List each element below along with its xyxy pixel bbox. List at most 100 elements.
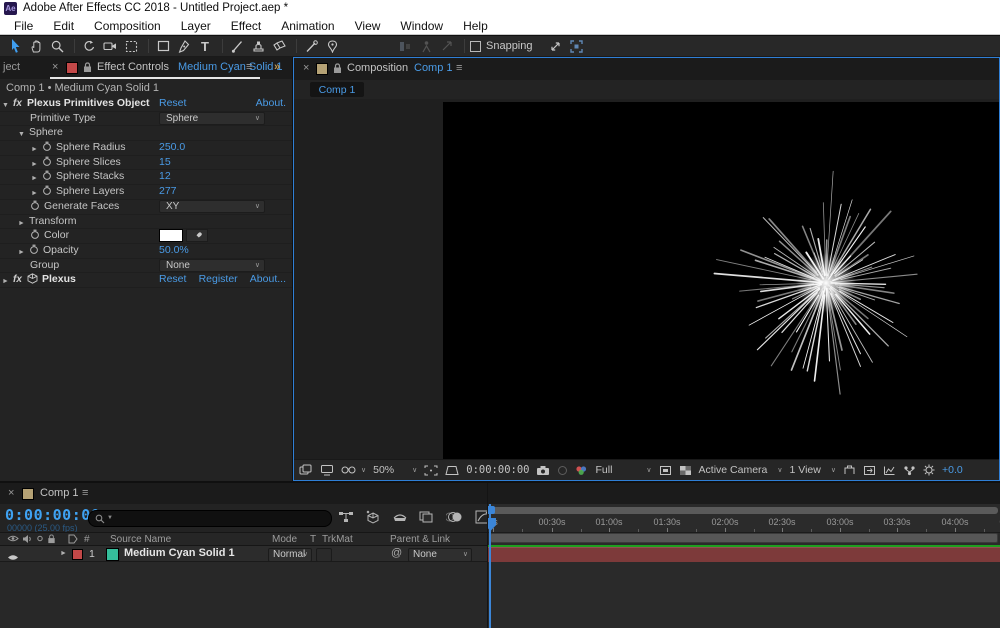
always-preview-icon[interactable] bbox=[299, 462, 313, 478]
snapping-checkbox[interactable] bbox=[470, 40, 481, 52]
resolution-dropdown[interactable]: Full ∨ bbox=[595, 462, 651, 478]
time-ruler[interactable]: 0s00:30s01:00s01:30s02:00s02:30s03:00s03… bbox=[488, 514, 1000, 533]
project-tab-partial[interactable]: ject bbox=[3, 61, 20, 73]
panel-menu-icon[interactable]: ≡ bbox=[456, 62, 462, 74]
menu-window[interactable]: Window bbox=[390, 19, 453, 33]
solid-color-swatch[interactable] bbox=[106, 548, 119, 561]
type-tool[interactable]: T bbox=[196, 38, 214, 55]
layer-expander-arrow[interactable]: ► bbox=[60, 550, 67, 557]
menu-edit[interactable]: Edit bbox=[43, 19, 84, 33]
expander-arrow[interactable]: ► bbox=[18, 217, 25, 230]
timeline-tab-title[interactable]: Comp 1 bbox=[40, 487, 79, 499]
current-timecode[interactable]: 0:00:00:00 bbox=[5, 506, 100, 524]
menu-view[interactable]: View bbox=[345, 19, 391, 33]
timeline-graph-icon[interactable] bbox=[883, 462, 896, 478]
link-reset[interactable]: Reset bbox=[159, 97, 186, 110]
effect-controls-tab-title[interactable]: Effect Controls bbox=[97, 61, 169, 73]
expander-arrow[interactable]: ▼ bbox=[18, 128, 25, 141]
selection-tool[interactable] bbox=[6, 38, 24, 55]
stopwatch-icon[interactable] bbox=[30, 200, 40, 215]
panel-label-swatch[interactable] bbox=[22, 488, 34, 500]
link-register[interactable]: Register bbox=[199, 273, 238, 286]
pan-behind-tool[interactable] bbox=[122, 38, 140, 55]
expander-arrow[interactable]: ▼ bbox=[2, 99, 9, 112]
fold-transforms-icon[interactable] bbox=[843, 462, 856, 478]
generate-faces-dropdown[interactable]: XY ∨ bbox=[159, 199, 265, 213]
time-navigator-bar[interactable] bbox=[490, 507, 998, 514]
stopwatch-icon[interactable] bbox=[42, 185, 52, 200]
composition-tab-title[interactable]: Composition bbox=[347, 62, 408, 74]
snapshot-camera-icon[interactable] bbox=[536, 462, 550, 478]
column-number[interactable]: # bbox=[84, 534, 90, 546]
roto-brush-tool[interactable] bbox=[302, 38, 320, 55]
pen-tool[interactable] bbox=[175, 38, 193, 55]
menu-file[interactable]: File bbox=[4, 19, 43, 33]
panel-label-swatch[interactable] bbox=[66, 62, 78, 74]
tab-overflow-chevron[interactable]: » bbox=[274, 61, 280, 73]
link-about[interactable]: About... bbox=[250, 273, 286, 286]
property-value[interactable]: 277 bbox=[159, 185, 177, 198]
brush-tool[interactable] bbox=[228, 38, 246, 55]
expander-arrow[interactable]: ► bbox=[31, 187, 38, 200]
menu-help[interactable]: Help bbox=[453, 19, 498, 33]
column-mode[interactable]: Mode bbox=[272, 534, 297, 546]
property-value[interactable]: 12 bbox=[159, 170, 171, 183]
close-icon[interactable]: × bbox=[8, 487, 14, 499]
property-value[interactable]: 15 bbox=[159, 156, 171, 169]
parent-dropdown[interactable]: None ∨ bbox=[408, 548, 472, 562]
panel-menu-icon[interactable]: ≡ bbox=[82, 487, 88, 499]
zoom-arrows-icon[interactable] bbox=[547, 38, 565, 55]
view-layout-dropdown[interactable]: 1 View ∨ bbox=[790, 462, 836, 478]
frame-blending-icon[interactable] bbox=[419, 510, 435, 529]
show-snapshot-icon[interactable] bbox=[557, 462, 568, 478]
preview-timecode[interactable]: 0:00:00:00 bbox=[466, 462, 529, 478]
camera-view-dropdown[interactable]: Active Camera ∨ bbox=[699, 462, 783, 478]
pickwhip-icon[interactable]: @ bbox=[391, 547, 402, 559]
expander-arrow[interactable]: ► bbox=[31, 172, 38, 185]
composition-canvas[interactable] bbox=[443, 102, 999, 459]
menu-composition[interactable]: Composition bbox=[84, 19, 171, 33]
menu-effect[interactable]: Effect bbox=[221, 19, 271, 33]
flowchart-icon[interactable] bbox=[903, 462, 916, 478]
camera-tool[interactable] bbox=[101, 38, 119, 55]
layer-duration-bar[interactable] bbox=[488, 547, 1000, 562]
region-of-interest-icon[interactable] bbox=[659, 462, 672, 478]
layer-name[interactable]: Medium Cyan Solid 1 bbox=[124, 547, 235, 559]
mini-flowchart-icon[interactable] bbox=[338, 510, 354, 529]
property-value[interactable]: 50.0% bbox=[159, 244, 189, 257]
launch-selector-icon[interactable] bbox=[568, 38, 586, 55]
blend-mode-dropdown[interactable]: Normal ∨ bbox=[268, 548, 312, 562]
reset-exposure-icon[interactable] bbox=[923, 462, 935, 478]
transparency-grid-icon[interactable] bbox=[679, 462, 692, 478]
lock-icon[interactable] bbox=[83, 62, 92, 73]
rectangle-tool[interactable] bbox=[154, 38, 172, 55]
stopwatch-icon[interactable] bbox=[42, 156, 52, 171]
expander-arrow[interactable]: ► bbox=[18, 246, 25, 259]
hide-shy-layers-icon[interactable] bbox=[392, 510, 408, 529]
rotate-tool[interactable] bbox=[80, 38, 98, 55]
menu-layer[interactable]: Layer bbox=[171, 19, 221, 33]
column-trkmat[interactable]: TrkMat bbox=[322, 534, 353, 546]
menu-animation[interactable]: Animation bbox=[271, 19, 344, 33]
effect-controls-tab-target[interactable]: Medium Cyan Solid 1 bbox=[178, 61, 283, 73]
stopwatch-icon[interactable] bbox=[29, 244, 39, 259]
timeline-track-area[interactable]: 0s00:30s01:00s01:30s02:00s02:30s03:00s03… bbox=[488, 504, 1000, 628]
expander-arrow[interactable]: ► bbox=[2, 275, 9, 288]
work-area-bar[interactable] bbox=[490, 533, 998, 543]
group-dropdown[interactable]: None ∨ bbox=[159, 258, 265, 272]
search-input[interactable]: ▼ bbox=[88, 510, 332, 527]
grid-guides-icon[interactable] bbox=[445, 462, 459, 478]
column-parent-link[interactable]: Parent & Link bbox=[390, 534, 450, 546]
playhead-grab-handle[interactable] bbox=[488, 506, 495, 514]
link-about[interactable]: About. bbox=[256, 97, 286, 110]
close-icon[interactable]: × bbox=[52, 61, 58, 73]
column-source-name[interactable]: Source Name bbox=[110, 534, 171, 546]
property-value[interactable]: 250.0 bbox=[159, 141, 185, 154]
eraser-tool[interactable] bbox=[270, 38, 288, 55]
stopwatch-icon[interactable] bbox=[42, 141, 52, 156]
close-icon[interactable]: × bbox=[303, 62, 309, 74]
primary-viewer-icon[interactable] bbox=[320, 462, 334, 478]
puppet-pin-tool[interactable] bbox=[323, 38, 341, 55]
motion-blur-icon[interactable] bbox=[445, 510, 464, 529]
expander-arrow[interactable]: ► bbox=[31, 143, 38, 156]
